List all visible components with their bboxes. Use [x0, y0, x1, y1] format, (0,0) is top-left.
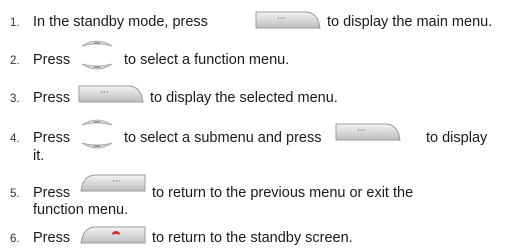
- step-number: 2.: [10, 55, 20, 67]
- soft-key-left-icon: ···: [255, 11, 321, 29]
- step-text-after: to display the selected menu.: [150, 90, 338, 106]
- end-call-key-icon: [80, 226, 146, 244]
- step-text: In the standby mode, press: [33, 14, 208, 30]
- step-number: 1.: [10, 17, 20, 29]
- step-text: Press: [33, 52, 71, 68]
- svg-text:···: ···: [112, 177, 121, 187]
- step-number: 6.: [10, 233, 20, 245]
- navigation-key-icon: [81, 40, 113, 70]
- step-text: Press: [33, 185, 71, 201]
- step-text-continuation: it.: [33, 148, 45, 164]
- svg-text:···: ···: [100, 88, 109, 98]
- navigation-key-icon: [81, 119, 113, 149]
- soft-key-left-icon: ···: [335, 123, 401, 141]
- svg-text:···: ···: [277, 14, 286, 24]
- step-text-continuation: function menu.: [33, 202, 129, 218]
- step-text: Press: [33, 130, 71, 146]
- step-text: Press: [33, 90, 71, 106]
- step-number: 3.: [10, 93, 20, 105]
- step-text-after: to return to the standby screen.: [152, 230, 353, 246]
- step-text: Press: [33, 230, 71, 246]
- step-text-after: to select a submenu and press: [124, 130, 322, 146]
- step-text-after: to display the main menu.: [327, 14, 493, 30]
- step-text-after: to return to the previous menu or exit t…: [152, 185, 414, 201]
- step-number: 5.: [10, 188, 20, 200]
- svg-text:···: ···: [357, 126, 366, 136]
- soft-key-right-icon: ···: [80, 174, 146, 192]
- step-text-after: to select a function menu.: [124, 52, 290, 68]
- step-number: 4.: [10, 133, 20, 145]
- soft-key-left-icon: ···: [78, 85, 144, 103]
- step-text-after-2: to display: [426, 130, 488, 146]
